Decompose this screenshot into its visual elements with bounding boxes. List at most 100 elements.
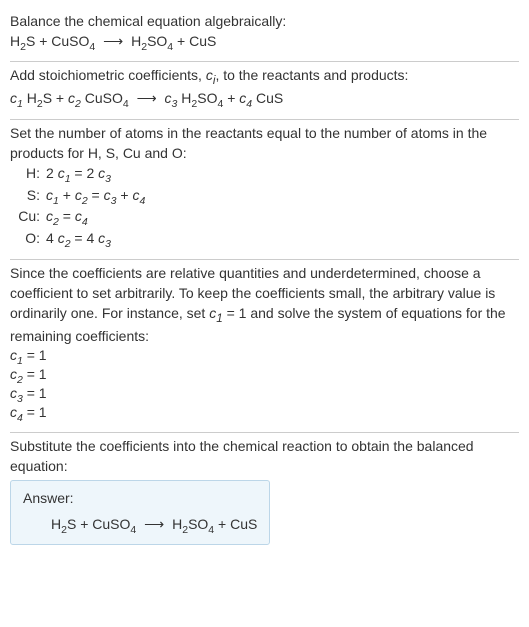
coef: c2 — [75, 187, 88, 203]
text: = — [88, 187, 104, 203]
var-c: c — [75, 208, 82, 224]
eq-text: H — [10, 33, 20, 49]
balanced-equation: H2S + CuSO4 ⟶ H2SO4 + CuS — [23, 515, 257, 535]
value: = 1 — [23, 366, 47, 382]
var-c: c — [58, 230, 65, 246]
var-c: c — [46, 208, 53, 224]
eq-sub: 4 — [123, 98, 129, 110]
eq-text: H — [172, 516, 182, 532]
var-c: c — [10, 347, 17, 363]
coef: c4 — [75, 208, 88, 224]
value: = 1 — [23, 347, 47, 363]
var-c: c — [10, 366, 17, 382]
coef-row: c4 = 1 — [10, 403, 519, 422]
answer-box: Answer: H2S + CuSO4 ⟶ H2SO4 + CuS — [10, 480, 270, 545]
coef-var: ci — [206, 67, 216, 83]
element-label-s: S: — [12, 185, 46, 207]
section-answer: Substitute the coefficients into the che… — [10, 433, 519, 555]
eq-sub: 4 — [89, 40, 95, 52]
answer-intro: Substitute the coefficients into the che… — [10, 437, 519, 476]
var-c: c — [10, 404, 17, 420]
text: = 4 — [71, 230, 99, 246]
eq-text: H — [23, 90, 37, 106]
coef-c2: c2 — [68, 90, 81, 106]
coef: c2 — [10, 366, 23, 382]
value: = 1 — [23, 404, 47, 420]
var-i: 4 — [82, 216, 88, 228]
answer-label: Answer: — [23, 489, 257, 509]
eq-text: H — [131, 33, 141, 49]
section-stoichiometric: Add stoichiometric coefficients, ci, to … — [10, 62, 519, 119]
arrow-icon: ⟶ — [140, 516, 168, 532]
problem-intro: Balance the chemical equation algebraica… — [10, 12, 519, 32]
var-c: c — [68, 90, 75, 106]
var-i: 3 — [105, 173, 111, 185]
var-i: 4 — [139, 194, 145, 206]
eq-text: S + CuSO — [67, 516, 130, 532]
balance-eq-h: 2 c1 = 2 c3 — [46, 163, 151, 185]
section-solve: Since the coefficients are relative quan… — [10, 260, 519, 431]
coef: c2 — [46, 208, 59, 224]
coef: c1 — [10, 347, 23, 363]
stoich-equation: c1 H2S + c2 CuSO4 ⟶ c3 H2SO4 + c4 CuS — [10, 89, 519, 109]
element-label-cu: Cu: — [12, 206, 46, 228]
eq-text: SO — [188, 516, 208, 532]
var-c: c — [46, 187, 53, 203]
balance-table: H: 2 c1 = 2 c3 S: c1 + c2 = c3 + c4 Cu: … — [12, 163, 151, 249]
element-label-h: H: — [12, 163, 46, 185]
var-c: c — [206, 67, 213, 83]
eq-text: CuS — [252, 90, 283, 106]
unbalanced-equation: H2S + CuSO4 ⟶ H2SO4 + CuS — [10, 32, 519, 52]
coef-c4: c4 — [239, 90, 252, 106]
balance-intro: Set the number of atoms in the reactants… — [10, 124, 519, 163]
stoich-intro: Add stoichiometric coefficients, ci, to … — [10, 66, 519, 89]
coef: c3 — [98, 230, 111, 246]
coef: c4 — [132, 187, 145, 203]
eq-text: H — [51, 516, 61, 532]
var-c: c — [104, 187, 111, 203]
coef-c3: c3 — [165, 90, 178, 106]
table-row: H: 2 c1 = 2 c3 — [12, 163, 151, 185]
balance-eq-cu: c2 = c4 — [46, 206, 151, 228]
coef: c3 — [104, 187, 117, 203]
eq-text: + CuS — [173, 33, 216, 49]
balance-eq-o: 4 c2 = 4 c3 — [46, 228, 151, 250]
section-problem: Balance the chemical equation algebraica… — [10, 8, 519, 61]
eq-text: S + CuSO — [26, 33, 89, 49]
table-row: S: c1 + c2 = c3 + c4 — [12, 185, 151, 207]
text: = — [59, 208, 75, 224]
arrow-icon: ⟶ — [99, 33, 127, 49]
eq-text: SO — [197, 90, 217, 106]
var-c: c — [10, 385, 17, 401]
eq-text: + — [223, 90, 239, 106]
eq-text: CuSO — [81, 90, 123, 106]
coef-row: c3 = 1 — [10, 384, 519, 403]
coef: c3 — [10, 385, 23, 401]
var-c: c — [10, 90, 17, 106]
text: = 2 — [71, 165, 99, 181]
balance-eq-s: c1 + c2 = c3 + c4 — [46, 185, 151, 207]
text: + — [116, 187, 132, 203]
eq-text: + CuS — [214, 516, 257, 532]
coef: c1 — [58, 165, 71, 181]
solve-intro: Since the coefficients are relative quan… — [10, 264, 519, 346]
var-c: c — [165, 90, 172, 106]
text: 4 — [46, 230, 58, 246]
section-atom-balance: Set the number of atoms in the reactants… — [10, 120, 519, 260]
eq-text: S + — [43, 90, 68, 106]
text: + — [59, 187, 75, 203]
coef: c1 — [46, 187, 59, 203]
table-row: O: 4 c2 = 4 c3 — [12, 228, 151, 250]
element-label-o: O: — [12, 228, 46, 250]
var-i: 3 — [105, 238, 111, 250]
eq-sub: 4 — [130, 524, 136, 536]
arrow-icon: ⟶ — [133, 90, 161, 106]
coef: c2 — [58, 230, 71, 246]
coef-row: c1 = 1 — [10, 346, 519, 365]
eq-text: SO — [147, 33, 167, 49]
var-c: c — [58, 165, 65, 181]
coef-row: c2 = 1 — [10, 365, 519, 384]
coef-c1: c1 — [209, 305, 222, 321]
coef: c4 — [10, 404, 23, 420]
table-row: Cu: c2 = c4 — [12, 206, 151, 228]
